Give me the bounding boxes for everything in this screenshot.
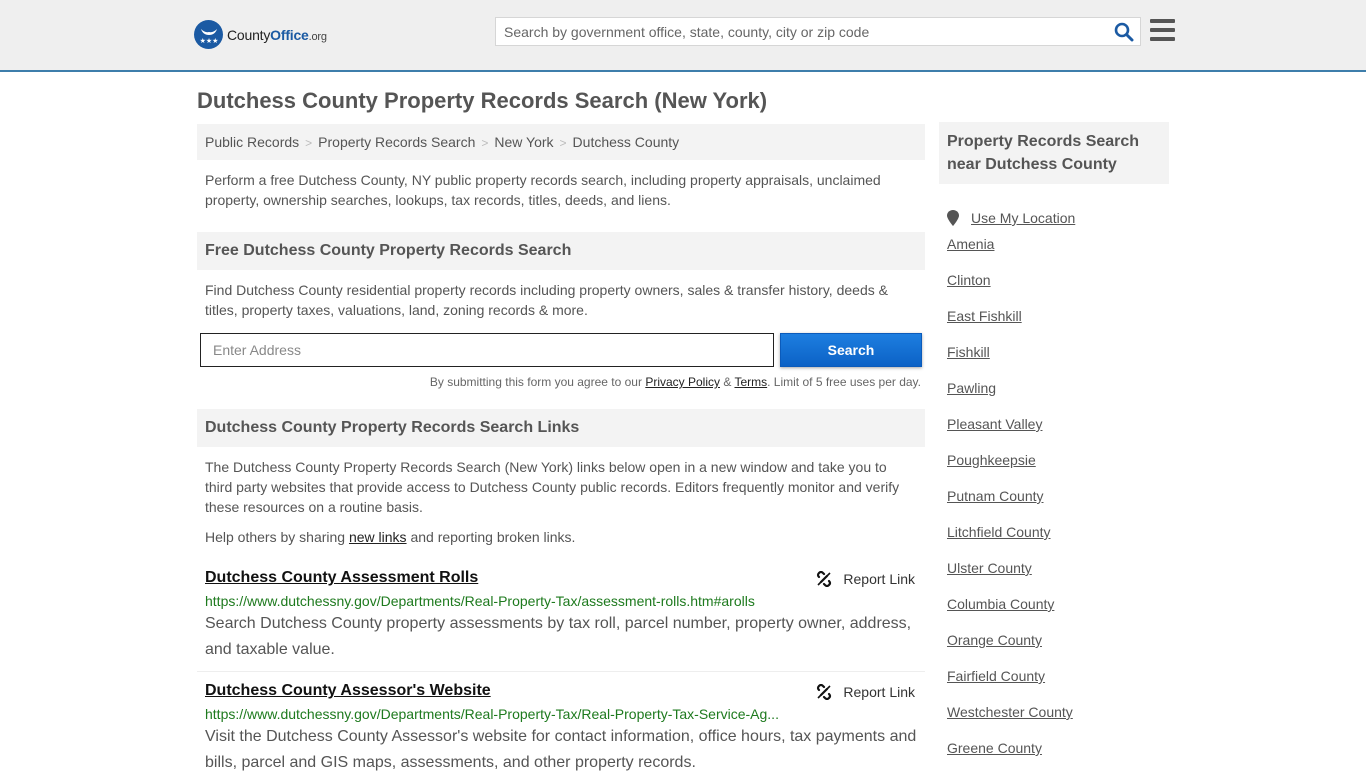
sidebar-place-link[interactable]: Westchester County [947, 704, 1073, 720]
breadcrumb-dutchess-county: Dutchess County [572, 134, 680, 150]
breadcrumb-public-records[interactable]: Public Records [205, 134, 299, 150]
sidebar-place-link[interactable]: Ulster County [947, 560, 1032, 576]
sidebar-place-link[interactable]: Fairfield County [947, 668, 1045, 684]
sidebar-place-link[interactable]: Fishkill [947, 344, 990, 360]
resource-link-description: Search Dutchess County property assessme… [205, 615, 912, 658]
nearby-places-list: Use My Location Amenia Clinton East Fish… [939, 200, 1169, 776]
sidebar: Property Records Search near Dutchess Co… [939, 122, 1169, 776]
help-text: Help others by sharing new links and rep… [205, 529, 576, 545]
sidebar-place-link[interactable]: Litchfield County [947, 524, 1051, 540]
report-link-button[interactable]: Report Link [816, 684, 915, 700]
sidebar-place-link[interactable]: Poughkeepsie [947, 452, 1036, 468]
use-my-location-link[interactable]: Use My Location [971, 210, 1075, 226]
resource-link-description: Visit the Dutchess County Assessor's web… [205, 728, 917, 771]
breadcrumb-property-records-search[interactable]: Property Records Search [318, 134, 475, 150]
page-title: Dutchess County Property Records Search … [197, 88, 768, 113]
address-search-form: Search [197, 333, 925, 367]
sidebar-place-link[interactable]: Greene County [947, 740, 1042, 756]
site-search-input[interactable] [496, 18, 1096, 45]
sidebar-place-link[interactable]: Orange County [947, 632, 1042, 648]
sidebar-place-link[interactable]: Pawling [947, 380, 996, 396]
links-description: The Dutchess County Property Records Sea… [205, 459, 900, 515]
svg-text:★★★: ★★★ [199, 37, 218, 45]
resource-link-item: Dutchess County Assessment Rolls Report … [197, 569, 925, 663]
sidebar-place-link[interactable]: East Fishkill [947, 308, 1022, 324]
terms-link[interactable]: Terms [734, 375, 767, 389]
main-content: Public Records > Property Records Search > N… [197, 124, 925, 776]
broken-link-icon [817, 684, 832, 700]
intro-text: Perform a free Dutchess County, NY publi… [205, 172, 881, 208]
use-my-location: Use My Location [947, 200, 1169, 236]
sidebar-heading: Property Records Search near Dutchess Co… [939, 122, 1169, 184]
map-pin-icon [947, 210, 959, 226]
address-search-button[interactable]: Search [780, 333, 922, 367]
site-search [495, 17, 1141, 46]
breadcrumb-separator: > [305, 136, 313, 150]
breadcrumb-separator: > [481, 136, 489, 150]
sidebar-place-link[interactable]: Clinton [947, 272, 991, 288]
resource-link-url: https://www.dutchessny.gov/Departments/R… [205, 593, 755, 609]
links-heading: Dutchess County Property Records Search … [197, 409, 925, 447]
sidebar-place-link[interactable]: Putnam County [947, 488, 1044, 504]
resource-link-title[interactable]: Dutchess County Assessor's Website [205, 682, 491, 700]
eagle-logo-icon: ★★★ [194, 20, 223, 49]
breadcrumb: Public Records > Property Records Search > N… [197, 124, 925, 160]
countyoffice-logo[interactable]: ★★★ CountyOffice.org [194, 20, 327, 49]
divider [197, 671, 925, 672]
form-disclaimer: By submitting this form you agree to our… [429, 375, 921, 389]
logo-text: CountyOffice.org [227, 26, 327, 43]
resource-link-item: Dutchess County Assessor's Website Repor… [197, 682, 925, 776]
search-icon[interactable] [1114, 22, 1134, 42]
free-search-description: Find Dutchess County residential propert… [205, 282, 888, 318]
free-search-heading: Free Dutchess County Property Records Se… [197, 232, 925, 270]
breadcrumb-separator: > [559, 136, 567, 150]
address-input[interactable] [200, 333, 774, 367]
sidebar-place-link[interactable]: Columbia County [947, 596, 1054, 612]
sidebar-place-link[interactable]: Amenia [947, 236, 994, 252]
new-links-link[interactable]: new links [349, 529, 407, 545]
resource-link-url: https://www.dutchessny.gov/Departments/R… [205, 706, 779, 722]
sidebar-place-link[interactable]: Pleasant Valley [947, 416, 1042, 432]
breadcrumb-new-york[interactable]: New York [494, 134, 553, 150]
site-header: ★★★ CountyOffice.org [0, 0, 1366, 72]
privacy-policy-link[interactable]: Privacy Policy [645, 375, 720, 389]
resource-link-title[interactable]: Dutchess County Assessment Rolls [205, 569, 478, 587]
hamburger-menu-icon[interactable] [1150, 19, 1175, 41]
report-link-button[interactable]: Report Link [816, 571, 915, 587]
broken-link-icon [817, 571, 832, 587]
